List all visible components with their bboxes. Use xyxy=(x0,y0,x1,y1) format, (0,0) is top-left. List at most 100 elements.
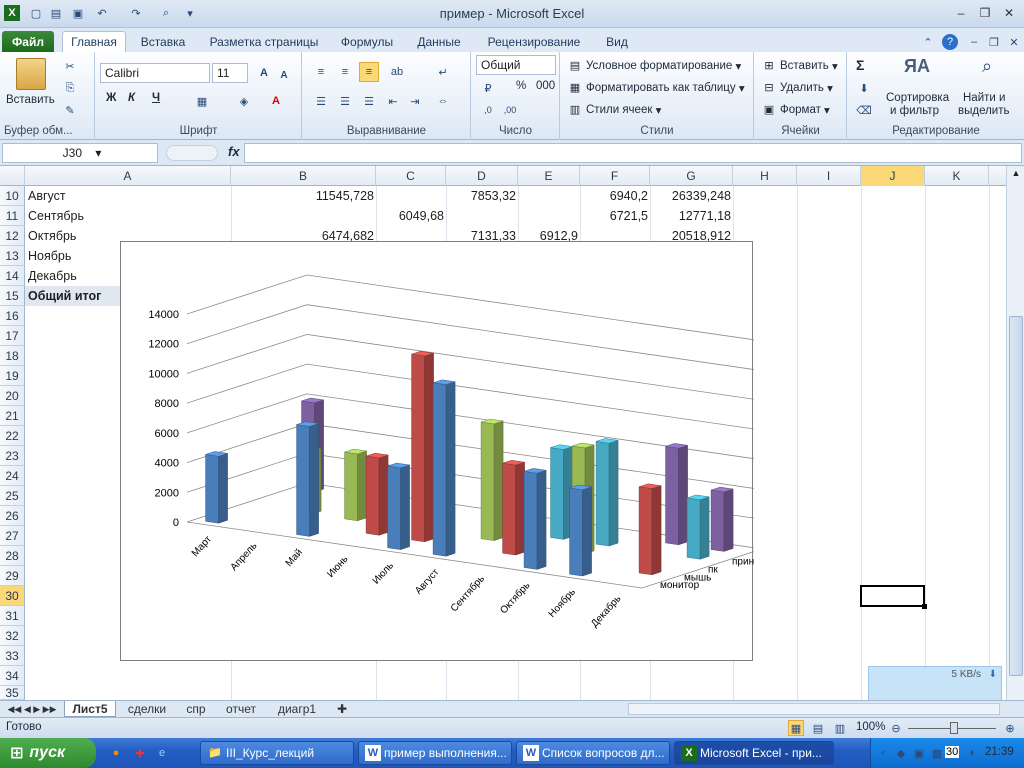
thousands-button[interactable]: 000 xyxy=(536,80,555,92)
column-header-c[interactable]: C xyxy=(376,166,446,186)
find-binoculars-icon[interactable]: ⌕ xyxy=(973,56,1001,82)
increase-indent-icon[interactable]: ⇥ xyxy=(407,93,423,109)
align-top-icon[interactable]: ≡ xyxy=(313,64,329,80)
row-header[interactable]: 27 xyxy=(0,526,25,546)
font-size-dropdown[interactable]: 11 xyxy=(212,63,248,83)
currency-icon[interactable]: ₽ xyxy=(480,80,496,96)
fill-color-icon[interactable]: ◈ xyxy=(236,93,252,109)
bold-button[interactable]: Ж xyxy=(106,92,116,104)
row-header[interactable]: 24 xyxy=(0,466,25,486)
zoom-slider-thumb[interactable] xyxy=(950,722,958,734)
row-header[interactable]: 11 xyxy=(0,206,25,226)
format-painter-icon[interactable]: ✎ xyxy=(62,102,78,118)
minimize-button[interactable]: – xyxy=(950,4,972,22)
scroll-thumb[interactable] xyxy=(1009,316,1023,676)
task-folder[interactable]: 📁 III_Курс_лекций xyxy=(200,741,354,765)
row-header[interactable]: 25 xyxy=(0,486,25,506)
chart-area[interactable]: 0 2000 4000 6000 8000 10000 12000 14000 Март Апре… xyxy=(120,241,788,661)
cell-a12[interactable]: Октябрь xyxy=(28,226,76,246)
tray-app-icon[interactable]: ▩ xyxy=(929,745,945,761)
doc-restore-icon[interactable]: ❐ xyxy=(986,34,1002,50)
paste-icon[interactable] xyxy=(16,58,46,90)
row-header[interactable]: 23 xyxy=(0,446,25,466)
tab-data[interactable]: Данные xyxy=(406,31,472,52)
cell-a13[interactable]: Ноябрь xyxy=(28,246,71,266)
decrease-indent-icon[interactable]: ⇤ xyxy=(385,93,401,109)
column-header-k[interactable]: K xyxy=(925,166,989,186)
cell-f10[interactable]: 6940,2 xyxy=(580,186,648,206)
ie-icon[interactable]: e xyxy=(154,745,170,761)
sheet-tab-deals[interactable]: сделки xyxy=(120,701,174,717)
sort-button-line2[interactable]: и фильтр xyxy=(890,105,939,117)
sort-filter-icon[interactable]: ЯА xyxy=(903,56,931,82)
column-header-d[interactable]: D xyxy=(446,166,518,186)
tab-insert[interactable]: Вставка xyxy=(132,31,194,52)
decrease-decimal-icon[interactable]: ,00 xyxy=(502,102,518,118)
row-header[interactable]: 19 xyxy=(0,366,25,386)
sheet-tab-list5[interactable]: Лист5 xyxy=(64,701,116,717)
cell-a11[interactable]: Сентябрь xyxy=(28,206,84,226)
row-header[interactable]: 31 xyxy=(0,606,25,626)
column-header-b[interactable]: B xyxy=(231,166,376,186)
cell-styles-button[interactable]: ▥ Стили ячеек ▾ xyxy=(567,102,662,118)
close-button[interactable]: ✕ xyxy=(998,4,1020,22)
shrink-font-icon[interactable]: A xyxy=(276,67,292,83)
help-icon[interactable]: ? xyxy=(942,34,958,50)
cell-a10[interactable]: Август xyxy=(28,186,66,206)
tab-formulas[interactable]: Формулы xyxy=(334,31,400,52)
tab-page-layout[interactable]: Разметка страницы xyxy=(200,31,328,52)
row-header[interactable]: 26 xyxy=(0,506,25,526)
row-header[interactable]: 13 xyxy=(0,246,25,266)
page-layout-view-icon[interactable]: ▤ xyxy=(810,720,826,736)
select-all-corner[interactable] xyxy=(0,166,25,186)
align-middle-icon[interactable]: ≡ xyxy=(337,64,353,80)
row-header[interactable]: 10 xyxy=(0,186,25,206)
percent-button[interactable]: % xyxy=(516,80,526,92)
row-header[interactable]: 15 xyxy=(0,286,25,306)
tab-view[interactable]: Вид xyxy=(596,31,638,52)
delete-cells-button[interactable]: ⊟ Удалить ▾ xyxy=(761,80,832,96)
row-header[interactable]: 30 xyxy=(0,586,25,606)
font-name-dropdown[interactable]: Calibri xyxy=(100,63,210,83)
restore-button[interactable]: ❐ xyxy=(974,4,996,22)
page-break-view-icon[interactable]: ▥ xyxy=(832,720,848,736)
minimize-ribbon-icon[interactable]: ⌃ xyxy=(920,34,936,50)
tab-file[interactable]: Файл xyxy=(2,31,54,52)
tab-home[interactable]: Главная xyxy=(62,31,126,52)
row-header[interactable]: 12 xyxy=(0,226,25,246)
column-header-e[interactable]: E xyxy=(518,166,580,186)
cell-a14[interactable]: Декабрь xyxy=(28,266,77,286)
cell-g10[interactable]: 26339,248 xyxy=(650,186,731,206)
insert-cells-button[interactable]: ⊞ Вставить ▾ xyxy=(761,58,837,74)
column-header-j[interactable]: J xyxy=(861,166,925,186)
task-word-2[interactable]: W Список вопросов дл... xyxy=(516,741,670,765)
grow-font-icon[interactable]: A xyxy=(256,65,272,81)
row-header[interactable]: 29 xyxy=(0,566,25,586)
task-word-1[interactable]: Wпример выполнения... xyxy=(358,741,512,765)
zoom-level[interactable]: 100% xyxy=(856,721,885,733)
number-format-dropdown[interactable]: Общий xyxy=(476,55,556,75)
quicklaunch-icon[interactable]: ✚ xyxy=(132,745,148,761)
find-button[interactable]: Найти и xyxy=(963,92,1005,104)
clear-icon[interactable]: ⌫ xyxy=(856,102,872,118)
fill-icon[interactable]: ⬇ xyxy=(856,80,872,96)
doc-minimize-icon[interactable]: – xyxy=(966,34,982,50)
sheet-tab-diagr1[interactable]: диагр1 xyxy=(268,701,326,717)
start-button[interactable]: ⊞ пуск xyxy=(0,738,96,768)
cell-b10[interactable]: 11545,728 xyxy=(231,186,374,206)
underline-button[interactable]: Ч xyxy=(152,92,160,104)
column-header-f[interactable]: F xyxy=(580,166,650,186)
insert-sheet-icon[interactable]: ✚ xyxy=(332,701,352,717)
cut-icon[interactable]: ✂ xyxy=(62,58,78,74)
selected-cell-j30[interactable] xyxy=(860,585,925,607)
format-as-table-button[interactable]: ▦ Форматировать как таблицу ▾ xyxy=(567,80,745,96)
increase-decimal-icon[interactable]: ,0 xyxy=(480,102,496,118)
formula-bar-expander[interactable] xyxy=(166,145,218,161)
align-left-icon[interactable]: ☰ xyxy=(313,93,329,109)
tray-arrow-icon[interactable]: ‹ xyxy=(875,745,891,761)
vertical-scrollbar[interactable]: ▲ xyxy=(1006,166,1024,700)
italic-button[interactable]: К xyxy=(128,92,135,104)
scroll-up-icon[interactable]: ▲ xyxy=(1009,168,1023,182)
conditional-format-button[interactable]: ▤ Условное форматирование ▾ xyxy=(567,58,741,74)
merge-center-icon[interactable]: ⇔ xyxy=(435,93,451,109)
